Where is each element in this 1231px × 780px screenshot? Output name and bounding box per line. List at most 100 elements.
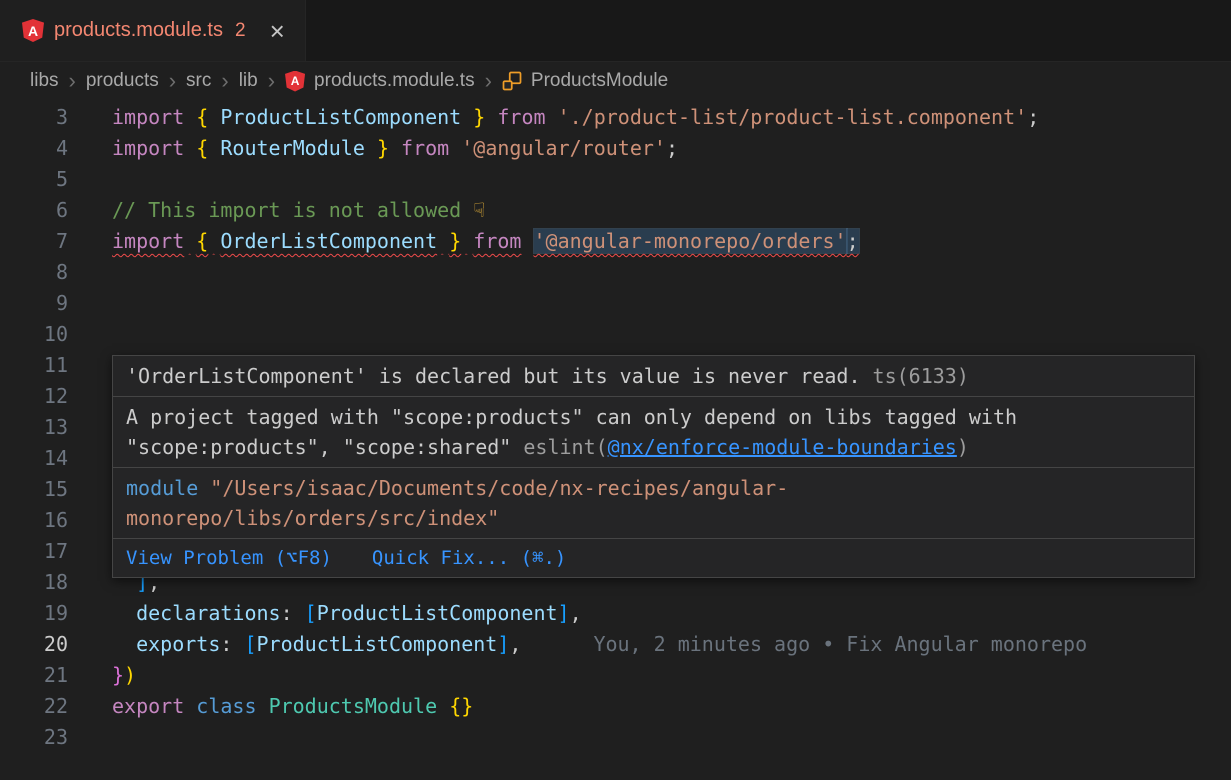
code-content: // This import is not allowed ☟ <box>112 195 485 226</box>
breadcrumb-item-file[interactable]: A products.module.ts <box>285 70 475 92</box>
breadcrumb-item-symbol[interactable]: ProductsModule <box>502 70 668 92</box>
code-line[interactable]: 6 // This import is not allowed ☟ <box>0 195 1231 226</box>
close-icon[interactable]: × <box>270 18 285 44</box>
line-number: 15 <box>0 474 68 505</box>
code-token: declarations <box>136 601 281 625</box>
view-problem-action[interactable]: View Problem (⌥F8) <box>126 544 332 572</box>
code-token <box>208 136 220 160</box>
tab-error-count-badge: 2 <box>235 20 246 42</box>
tab-products-module[interactable]: A products.module.ts 2 × <box>0 0 306 61</box>
code-token <box>449 136 461 160</box>
code-token: : <box>220 632 232 656</box>
code-token <box>521 229 533 253</box>
breadcrumb-item-libs[interactable]: libs <box>30 70 59 92</box>
indent-space <box>112 598 136 629</box>
code-line[interactable]: 21}) <box>0 660 1231 691</box>
code-token: ] <box>497 632 509 656</box>
line-number: 4 <box>0 133 68 164</box>
code-editor[interactable]: 3 import { ProductListComponent } from '.… <box>0 100 1231 753</box>
code-token: } <box>449 229 461 253</box>
code-token <box>184 136 196 160</box>
code-token <box>184 105 196 129</box>
code-token: { <box>196 229 208 253</box>
code-token: './product-list/product-list.component' <box>558 105 1028 129</box>
breadcrumb-item-products[interactable]: products <box>86 70 159 92</box>
hover-text: "/Users/isaac/Documents/code/nx-recipes/… <box>210 476 788 500</box>
code-token <box>184 694 196 718</box>
code-line[interactable]: 3 import { ProductListComponent } from '.… <box>0 102 1231 133</box>
code-token: OrderListComponent <box>220 229 437 253</box>
code-token: from <box>497 105 545 129</box>
symbol-class-icon <box>502 71 522 91</box>
code-token <box>437 694 449 718</box>
line-number: 3 <box>0 102 68 133</box>
code-content: import { ProductListComponent } from './… <box>112 102 1039 133</box>
code-token: // This import is not allowed <box>112 198 473 222</box>
code-token: ProductListComponent <box>317 601 558 625</box>
code-token: class <box>196 694 256 718</box>
hover-message: A project tagged with "scope:products" c… <box>113 396 1194 467</box>
code-token: } <box>473 105 485 129</box>
code-token: [ <box>305 601 317 625</box>
code-line[interactable]: 19declarations: [ProductListComponent], <box>0 598 1231 629</box>
eslint-rule-link[interactable]: @nx/enforce-module-boundaries <box>608 435 957 459</box>
line-number: 7 <box>0 226 68 257</box>
hover-text: eslint( <box>523 435 607 459</box>
code-token: import <box>112 136 184 160</box>
code-token: export <box>112 694 184 718</box>
code-token: ] <box>558 601 570 625</box>
code-content: }) <box>112 660 136 691</box>
code-token <box>232 632 244 656</box>
line-number: 16 <box>0 505 68 536</box>
hover-message: module "/Users/isaac/Documents/code/nx-r… <box>113 467 1194 538</box>
line-number: 6 <box>0 195 68 226</box>
hover-text: ) <box>957 435 969 459</box>
code-line[interactable]: 9 <box>0 288 1231 319</box>
line-number: 12 <box>0 381 68 412</box>
code-content: exports: [ProductListComponent],You, 2 m… <box>112 629 1087 660</box>
code-token: ; <box>1027 105 1039 129</box>
hover-message-line: module "/Users/isaac/Documents/code/nx-r… <box>126 473 1181 503</box>
code-line[interactable]: 10 <box>0 319 1231 350</box>
code-token: , <box>509 632 521 656</box>
code-content: import { OrderListComponent } from '@ang… <box>112 226 859 257</box>
code-line[interactable]: 7 import { OrderListComponent } from '@an… <box>0 226 1231 257</box>
hover-actions: View Problem (⌥F8) Quick Fix... (⌘.) <box>113 538 1194 577</box>
line-number: 23 <box>0 722 68 753</box>
code-line[interactable]: 22export class ProductsModule {} <box>0 691 1231 722</box>
hover-message-line: monorepo/libs/orders/src/index" <box>126 503 1181 533</box>
code-token <box>437 229 449 253</box>
code-token: ; <box>847 229 859 253</box>
code-token <box>485 105 497 129</box>
code-token: , <box>570 601 582 625</box>
code-token: import <box>112 229 184 253</box>
line-number: 13 <box>0 412 68 443</box>
code-token <box>293 601 305 625</box>
code-token: ) <box>124 663 136 687</box>
line-number: 20 <box>0 629 68 660</box>
chevron-right-icon: › <box>169 70 176 92</box>
code-token <box>546 105 558 129</box>
code-line[interactable]: 20 exports: [ProductListComponent],You, 2… <box>0 629 1231 660</box>
angular-icon: A <box>285 71 305 92</box>
code-token <box>184 229 196 253</box>
code-line[interactable]: 4import { RouterModule } from '@angular/… <box>0 133 1231 164</box>
breadcrumb-item-src[interactable]: src <box>186 70 211 92</box>
code-line[interactable]: 23 <box>0 722 1231 753</box>
code-token <box>208 229 220 253</box>
chevron-right-icon: › <box>268 70 275 92</box>
code-line[interactable]: 8 <box>0 257 1231 288</box>
code-token: ProductListComponent <box>220 105 461 129</box>
indent-space <box>112 629 136 660</box>
code-token: : <box>281 601 293 625</box>
breadcrumb-item-lib[interactable]: lib <box>239 70 258 92</box>
line-number: 8 <box>0 257 68 288</box>
line-number: 14 <box>0 443 68 474</box>
chevron-right-icon: › <box>485 70 492 92</box>
hover-rows: 'OrderListComponent' is declared but its… <box>113 356 1194 538</box>
hover-text: module <box>126 476 198 500</box>
breadcrumb-file-label: products.module.ts <box>314 70 475 92</box>
chevron-right-icon: › <box>221 70 228 92</box>
code-line[interactable]: 5 <box>0 164 1231 195</box>
quick-fix-action[interactable]: Quick Fix... (⌘.) <box>372 544 566 572</box>
